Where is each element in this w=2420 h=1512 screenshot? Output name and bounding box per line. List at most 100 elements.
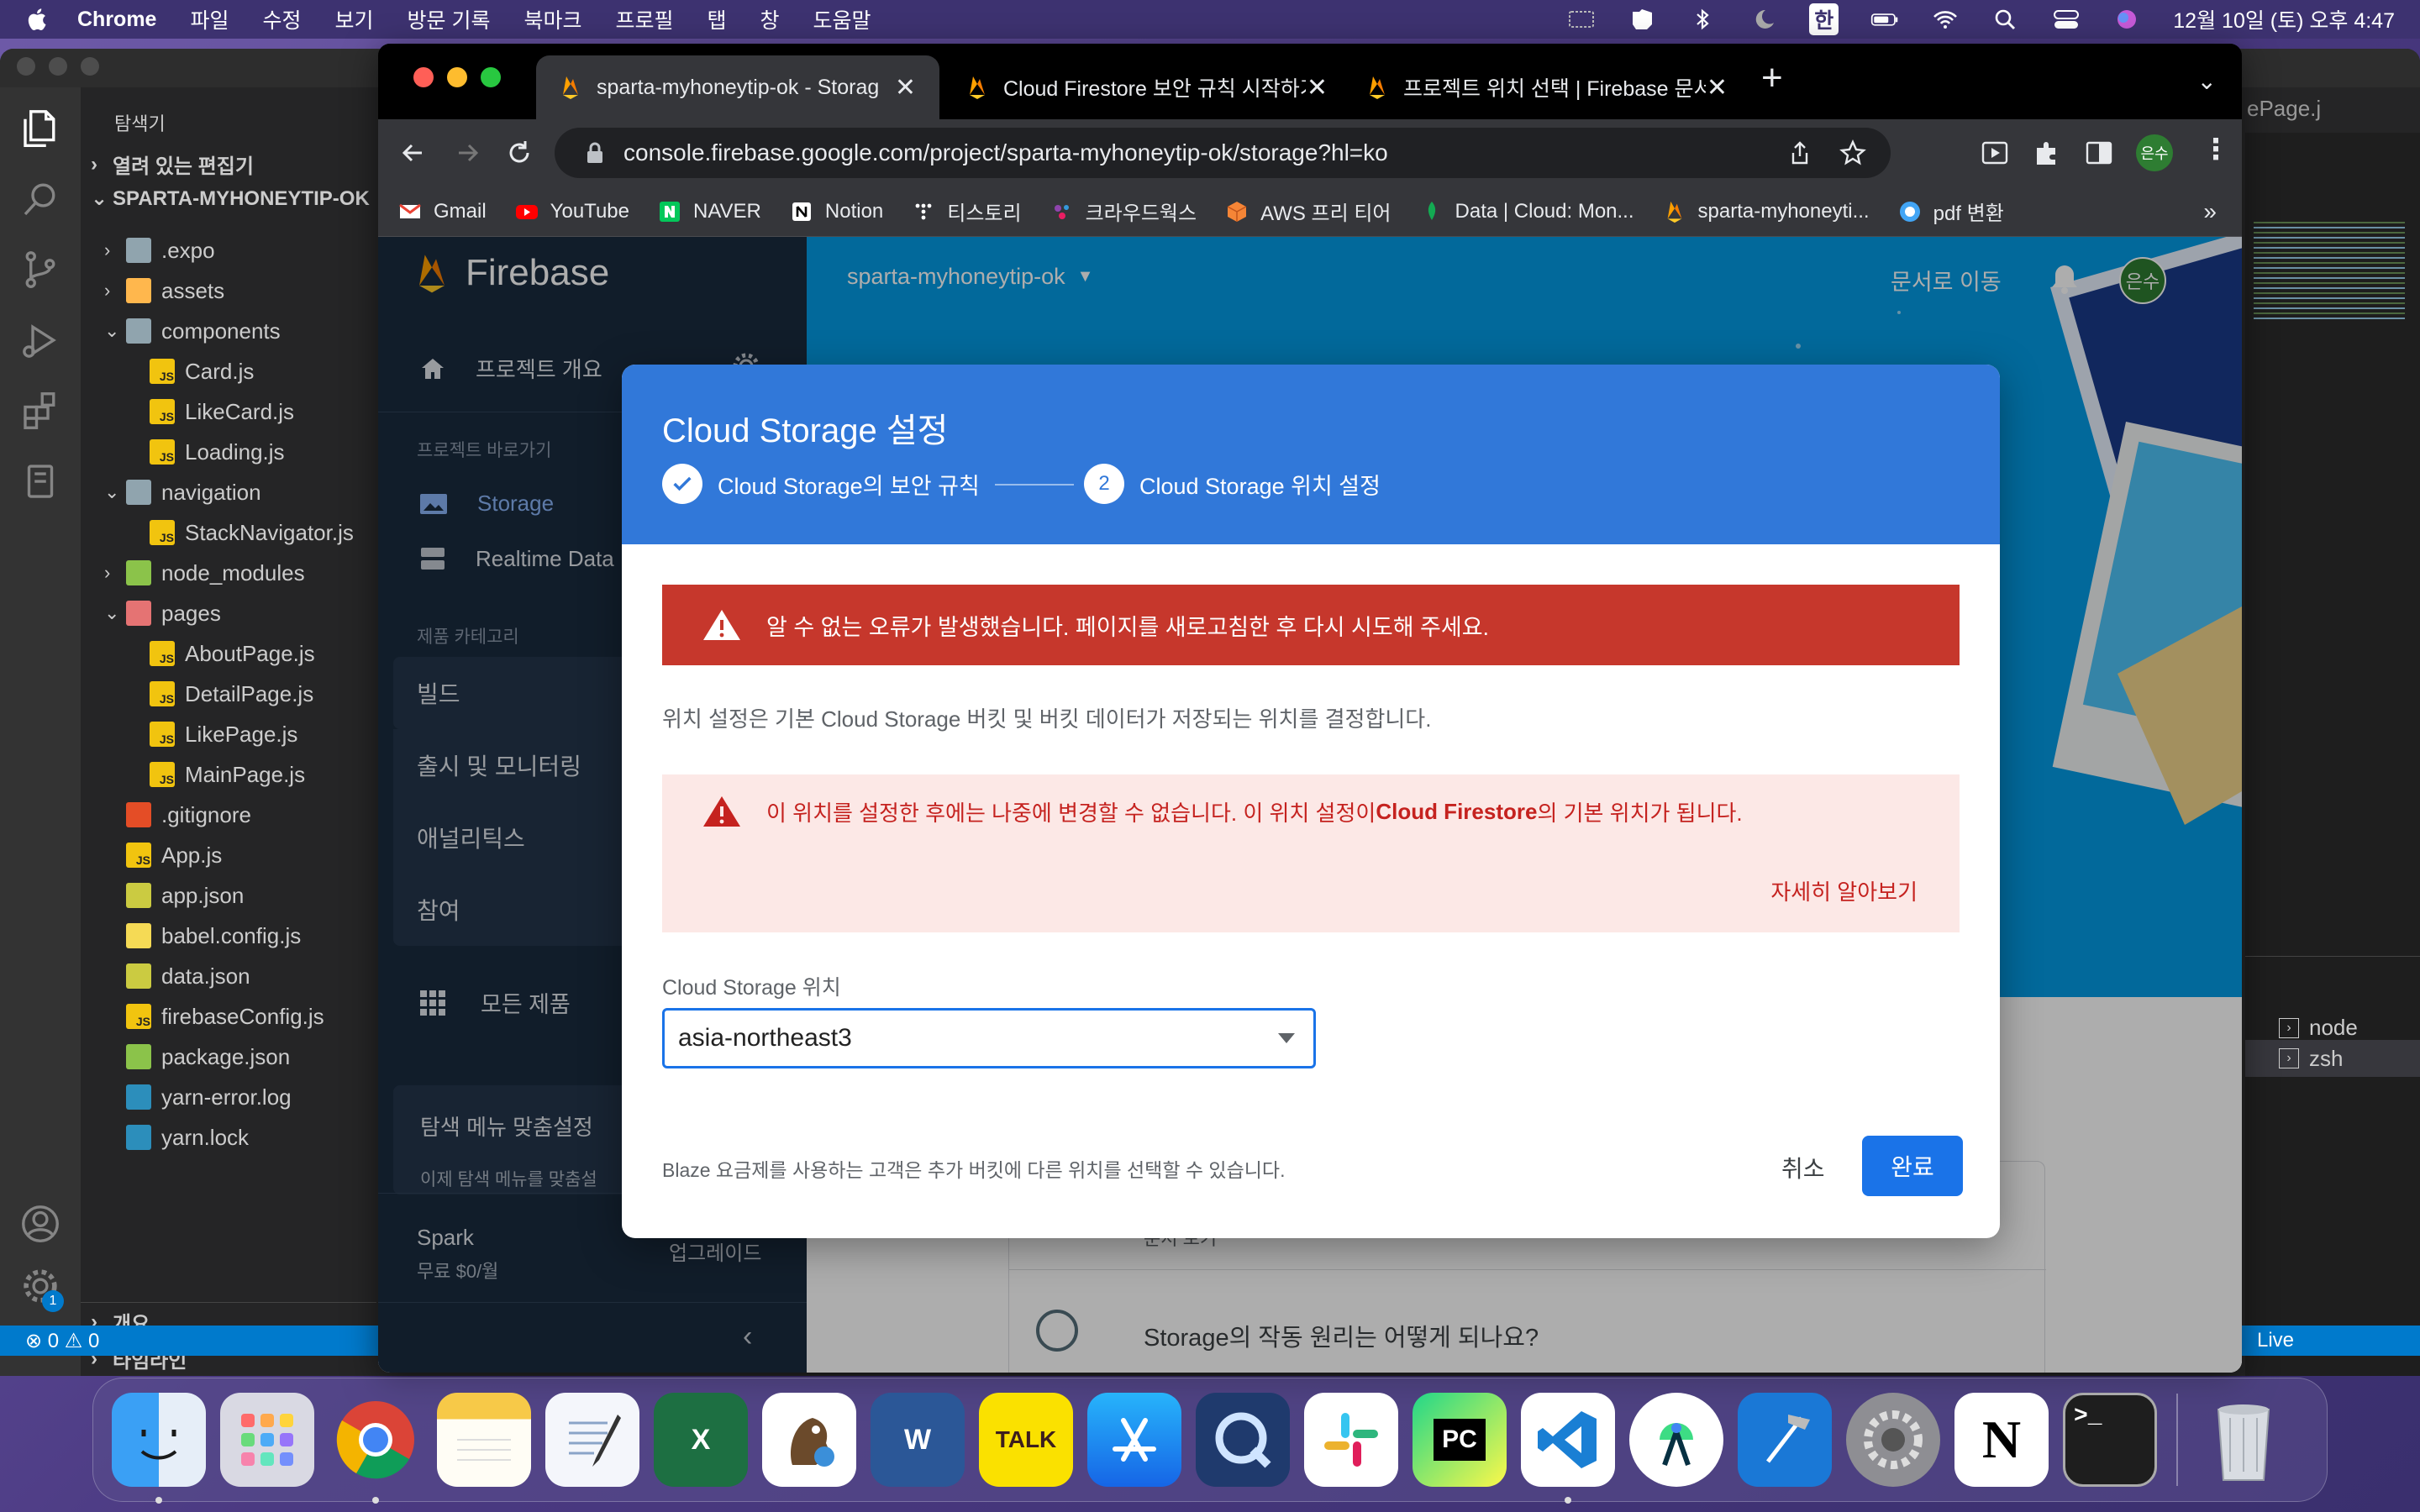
input-method-badge[interactable]: 한 (1809, 3, 1839, 35)
tree-folder[interactable]: ⌄ navigation (81, 474, 376, 511)
dock-system-preferences[interactable] (1846, 1393, 1940, 1487)
menu-window[interactable]: 창 (760, 4, 780, 34)
run-debug-icon[interactable] (18, 318, 63, 363)
dock-slack[interactable] (1304, 1393, 1398, 1487)
explorer-icon[interactable] (18, 106, 63, 151)
dock-textedit[interactable] (545, 1393, 639, 1487)
remote-explorer-icon[interactable] (18, 459, 63, 504)
terminal-zsh[interactable]: › zsh (2245, 1040, 2420, 1077)
minimize-window-button[interactable] (447, 67, 467, 87)
tree-file[interactable]: JS LikePage.js (81, 716, 376, 753)
bookmark-tistory[interactable]: 티스토리 (912, 197, 1022, 226)
tree-file[interactable]: babel.config.js (81, 917, 376, 954)
tab-storage[interactable]: sparta-myhoneytip-ok - Storag ✕ (536, 55, 939, 119)
profile-avatar[interactable]: 은수 (2136, 134, 2173, 171)
dock-quicktime[interactable] (1196, 1393, 1290, 1487)
close-tab-icon[interactable]: ✕ (895, 73, 916, 102)
tree-file[interactable]: package.json (81, 1038, 376, 1075)
tab-firestore-rules[interactable]: Cloud Firestore 보안 규칙 시작하기 ✕ (943, 55, 1351, 119)
address-bar[interactable]: console.firebase.google.com/project/spar… (555, 128, 1891, 178)
tree-file[interactable]: JS firebaseConfig.js (81, 998, 376, 1035)
dock-launchpad[interactable] (220, 1393, 314, 1487)
tab-project-location[interactable]: 프로젝트 위치 선택 | Firebase 문서 ✕ (1343, 55, 1751, 119)
menu-file[interactable]: 파일 (190, 4, 229, 34)
wifi-icon[interactable] (1931, 7, 1960, 32)
bookmark-mongodb[interactable]: Data | Cloud: Mon... (1420, 200, 1634, 223)
tree-file[interactable]: yarn.lock (81, 1119, 376, 1156)
menu-view[interactable]: 보기 (335, 4, 374, 34)
url-text[interactable]: console.firebase.google.com/project/spar… (623, 139, 1388, 166)
dock-terminal[interactable]: >_ (2063, 1393, 2157, 1487)
back-icon[interactable] (397, 136, 430, 170)
step-location[interactable]: 2 Cloud Storage 위치 설정 (1084, 464, 1381, 504)
tab-search-chevron-icon[interactable]: ⌄ (2197, 67, 2217, 95)
tree-file[interactable]: JS Loading.js (81, 433, 376, 470)
menu-app-name[interactable]: Chrome (77, 8, 156, 32)
tree-file[interactable]: data.json (81, 958, 376, 995)
window-controls[interactable] (17, 56, 113, 80)
problems-count[interactable]: ⊗ 0 ⚠ 0 (25, 1329, 99, 1353)
close-window-button[interactable] (413, 67, 434, 87)
bookmark-naver[interactable]: NAVER (658, 200, 761, 223)
dock-kakaotalk[interactable]: TALK (979, 1393, 1073, 1487)
dock-excel[interactable]: X (654, 1393, 748, 1487)
menu-tab[interactable]: 탭 (708, 4, 727, 34)
location-select[interactable]: asia-northeast3 (662, 1008, 1316, 1068)
step-security-rules[interactable]: Cloud Storage의 보안 규칙 (662, 464, 980, 504)
cancel-button[interactable]: 취소 (1781, 1151, 1825, 1184)
dock-chrome[interactable] (329, 1393, 423, 1504)
dock-trash[interactable] (2196, 1393, 2291, 1487)
tree-folder[interactable]: › node_modules (81, 554, 376, 591)
tree-folder[interactable]: › .expo (81, 232, 376, 269)
close-tab-icon[interactable]: ✕ (1707, 73, 1728, 102)
learn-more-link[interactable]: 자세히 알아보기 (1770, 875, 1918, 906)
bookmark-star-icon[interactable] (1839, 139, 1867, 167)
forward-icon[interactable] (450, 136, 484, 170)
moon-icon[interactable] (1749, 7, 1777, 32)
terminal-node[interactable]: › node (2279, 1015, 2358, 1041)
tree-folder[interactable]: ⌄ pages (81, 595, 376, 632)
search-icon[interactable] (18, 176, 63, 222)
dock-finder[interactable] (112, 1393, 206, 1504)
menu-profiles[interactable]: 프로필 (615, 4, 673, 34)
tree-file[interactable]: JS AboutPage.js (81, 635, 376, 672)
dock-notion[interactable]: N (1954, 1393, 2049, 1487)
share-icon[interactable] (1786, 139, 1813, 166)
zoom-window-button[interactable] (481, 67, 501, 87)
dock-xcode[interactable] (1738, 1393, 1832, 1487)
bluetooth-icon[interactable] (1688, 7, 1717, 32)
dock-notes[interactable] (437, 1393, 531, 1487)
extensions-puzzle-icon[interactable] (2032, 138, 2062, 168)
battery-icon[interactable] (1870, 7, 1899, 32)
live-server-status[interactable]: Live (2257, 1329, 2294, 1352)
dock-vscode[interactable] (1521, 1393, 1615, 1504)
tree-file[interactable]: JS DetailPage.js (81, 675, 376, 712)
menu-edit[interactable]: 수정 (262, 4, 301, 34)
menu-history[interactable]: 방문 기록 (408, 4, 491, 34)
tree-file[interactable]: JS StackNavigator.js (81, 514, 376, 551)
dock-pycharm[interactable]: PC (1413, 1393, 1507, 1487)
bookmark-aws[interactable]: AWS 프리 티어 (1225, 197, 1392, 226)
evernote-icon[interactable] (1628, 7, 1656, 32)
account-icon[interactable] (18, 1201, 63, 1247)
done-button[interactable]: 완료 (1862, 1136, 1963, 1196)
open-editors-header[interactable]: › 열려 있는 편집기 (91, 150, 254, 179)
tree-file[interactable]: JS MainPage.js (81, 756, 376, 793)
bookmark-firebase[interactable]: sparta-myhoneyti... (1663, 200, 1870, 223)
bookmark-crowdworks[interactable]: 크라우드웍스 (1050, 197, 1197, 226)
tree-file[interactable]: JS App.js (81, 837, 376, 874)
media-icon[interactable] (1980, 138, 2010, 168)
siri-icon[interactable] (2112, 7, 2141, 32)
spotlight-icon[interactable] (1991, 7, 2020, 32)
tree-folder[interactable]: ⌄ components (81, 312, 376, 349)
tree-file[interactable]: JS LikeCard.js (81, 393, 376, 430)
tree-file[interactable]: yarn-error.log (81, 1079, 376, 1116)
dock-dbeaver[interactable] (762, 1393, 856, 1487)
tree-folder[interactable]: › assets (81, 272, 376, 309)
new-tab-button[interactable]: + (1761, 57, 1783, 99)
tree-file[interactable]: app.json (81, 877, 376, 914)
reload-icon[interactable] (502, 136, 536, 170)
source-control-icon[interactable] (18, 247, 63, 292)
close-tab-icon[interactable]: ✕ (1307, 73, 1328, 102)
chrome-menu-icon[interactable]: ⋮ (2202, 133, 2230, 166)
